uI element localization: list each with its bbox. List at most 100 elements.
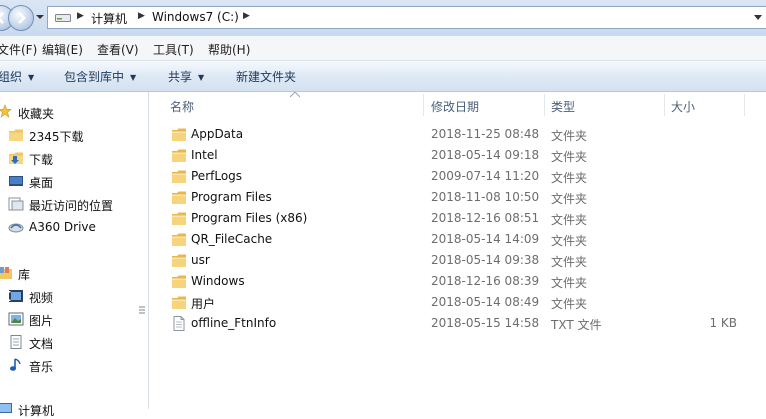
folder-icon (172, 170, 186, 183)
folder-icon (172, 191, 186, 204)
file-row[interactable]: Intel 2018-05-14 09:18 文件夹 (150, 145, 766, 166)
menu-help[interactable]: 帮助(H) (208, 41, 250, 58)
nav-item-downloads[interactable]: 下载 (29, 151, 53, 168)
file-name: PerfLogs (191, 169, 243, 183)
file-row[interactable]: usr 2018-05-14 09:38 文件夹 (150, 250, 766, 271)
sort-ascending-icon (290, 92, 300, 98)
column-divider[interactable] (664, 94, 665, 116)
nav-item-videos[interactable]: 视频 (29, 289, 53, 306)
file-row[interactable]: PerfLogs 2009-07-14 11:20 文件夹 (150, 166, 766, 187)
nav-item-2345-download[interactable]: 2345下载 (29, 128, 84, 145)
file-type: TXT 文件 (551, 318, 602, 332)
folder-icon (172, 275, 186, 288)
breadcrumb-separator[interactable]: ▶ (243, 11, 250, 21)
file-name: AppData (191, 127, 244, 141)
file-row[interactable]: QR_FileCache 2018-05-14 14:09 文件夹 (150, 229, 766, 250)
file-modified: 2018-05-14 08:49 (431, 295, 540, 309)
organize-button[interactable]: 组织 ▼ (0, 68, 34, 85)
cloud-drive-icon (8, 223, 24, 233)
file-type: 文件夹 (551, 213, 588, 227)
menu-file[interactable]: 文件(F) (0, 41, 37, 58)
folder-icon (172, 212, 186, 225)
folder-icon (172, 296, 186, 309)
nav-item-a360-drive[interactable]: A360 Drive (29, 220, 96, 234)
include-library-button[interactable]: 包含到库中 ▼ (64, 68, 136, 85)
text-file-icon (173, 316, 185, 331)
nav-item-pictures[interactable]: 图片 (29, 312, 53, 329)
file-name: Windows (191, 274, 245, 288)
column-divider[interactable] (744, 94, 745, 116)
library-icon (0, 267, 12, 279)
menu-tools[interactable]: 工具(T) (153, 41, 194, 58)
folder-icon (172, 149, 186, 162)
file-modified: 2018-05-14 14:09 (431, 232, 540, 246)
file-row[interactable]: AppData 2018-11-25 08:48 文件夹 (150, 124, 766, 145)
nav-computer[interactable]: 计算机 (18, 402, 54, 419)
file-row[interactable]: offline_FtnInfo 2018-05-15 14:58 TXT 文件 1 K… (150, 313, 766, 334)
address-box[interactable]: ▶ 计算机 ▶ Windows7 (C:) ▶ (47, 6, 766, 29)
column-header-name[interactable]: 名称 (170, 98, 194, 115)
splitter-grip-icon[interactable] (139, 306, 145, 314)
column-divider[interactable] (544, 94, 545, 116)
drive-icon (55, 14, 71, 22)
address-bar-area: ▶ 计算机 ▶ Windows7 (C:) ▶ (0, 0, 766, 36)
file-name: 用户 (191, 297, 216, 311)
computer-icon (0, 403, 12, 413)
nav-item-desktop[interactable]: 桌面 (29, 174, 53, 191)
forward-button[interactable] (8, 5, 34, 31)
column-divider[interactable] (423, 94, 424, 116)
command-bar: 组织 ▼ 包含到库中 ▼ 共享 ▼ 新建文件夹 (0, 61, 766, 92)
folder-icon (172, 128, 186, 141)
column-header-modified[interactable]: 修改日期 (431, 98, 479, 115)
folder-icon (172, 254, 186, 267)
nav-item-music[interactable]: 音乐 (29, 358, 53, 375)
file-name: usr (191, 253, 210, 267)
new-folder-button[interactable]: 新建文件夹 (236, 68, 296, 85)
dropdown-arrow-icon: ▼ (28, 73, 35, 82)
nav-favorites[interactable]: 收藏夹 (18, 105, 54, 122)
column-header-size[interactable]: 大小 (671, 98, 695, 115)
share-label: 共享 (168, 70, 193, 84)
back-arrow-icon (0, 12, 4, 24)
file-name: offline_FtnInfo (191, 316, 277, 330)
nav-item-documents[interactable]: 文档 (29, 335, 53, 352)
dropdown-arrow-icon: ▼ (198, 73, 205, 82)
file-type: 文件夹 (551, 150, 588, 164)
music-library-icon (10, 358, 21, 371)
pane-divider (148, 92, 149, 409)
downloads-folder-icon (9, 152, 23, 164)
breadcrumb-separator[interactable]: ▶ (77, 11, 84, 21)
menu-bar: 文件(F) 编辑(E) 查看(V) 工具(T) 帮助(H) (0, 36, 766, 61)
menu-edit[interactable]: 编辑(E) (42, 41, 83, 58)
column-header-row: 名称 修改日期 类型 大小 (150, 92, 766, 117)
column-header-type[interactable]: 类型 (551, 98, 575, 115)
menu-view[interactable]: 查看(V) (97, 41, 139, 58)
file-row[interactable]: Program Files 2018-11-08 10:50 文件夹 (150, 187, 766, 208)
folder-icon (172, 233, 186, 246)
address-history-dropdown-icon[interactable] (754, 15, 762, 21)
nav-libraries[interactable]: 库 (18, 266, 30, 283)
file-size: 1 KB (709, 316, 737, 330)
breadcrumb-drive[interactable]: Windows7 (C:) (152, 10, 239, 24)
file-row[interactable]: Windows 2018-12-16 08:39 文件夹 (150, 271, 766, 292)
star-icon (0, 104, 12, 118)
file-modified: 2018-05-14 09:18 (431, 148, 540, 162)
nav-item-recent-places[interactable]: 最近访问的位置 (29, 197, 113, 214)
folder-icon (9, 129, 23, 141)
file-row[interactable]: Program Files (x86) 2018-12-16 08:51 文件夹 (150, 208, 766, 229)
file-type: 文件夹 (551, 255, 588, 269)
file-modified: 2009-07-14 11:20 (431, 169, 540, 183)
file-type: 文件夹 (551, 171, 588, 185)
file-modified: 2018-12-16 08:39 (431, 274, 540, 288)
include-library-label: 包含到库中 (64, 70, 125, 84)
file-name: QR_FileCache (191, 232, 273, 246)
recent-pages-dropdown-icon[interactable] (36, 13, 44, 21)
file-row[interactable]: 用户 2018-05-14 08:49 文件夹 (150, 292, 766, 313)
desktop-icon (9, 176, 23, 186)
share-button[interactable]: 共享 ▼ (168, 68, 204, 85)
breadcrumb-computer[interactable]: 计算机 (91, 10, 127, 27)
file-modified: 2018-05-15 14:58 (431, 316, 540, 330)
breadcrumb-separator[interactable]: ▶ (138, 11, 145, 21)
file-type: 文件夹 (551, 234, 588, 248)
navigation-pane: 收藏夹 2345下载 下载 桌面 最近访问的位置 A360 Drive 库 视频… (0, 92, 134, 418)
